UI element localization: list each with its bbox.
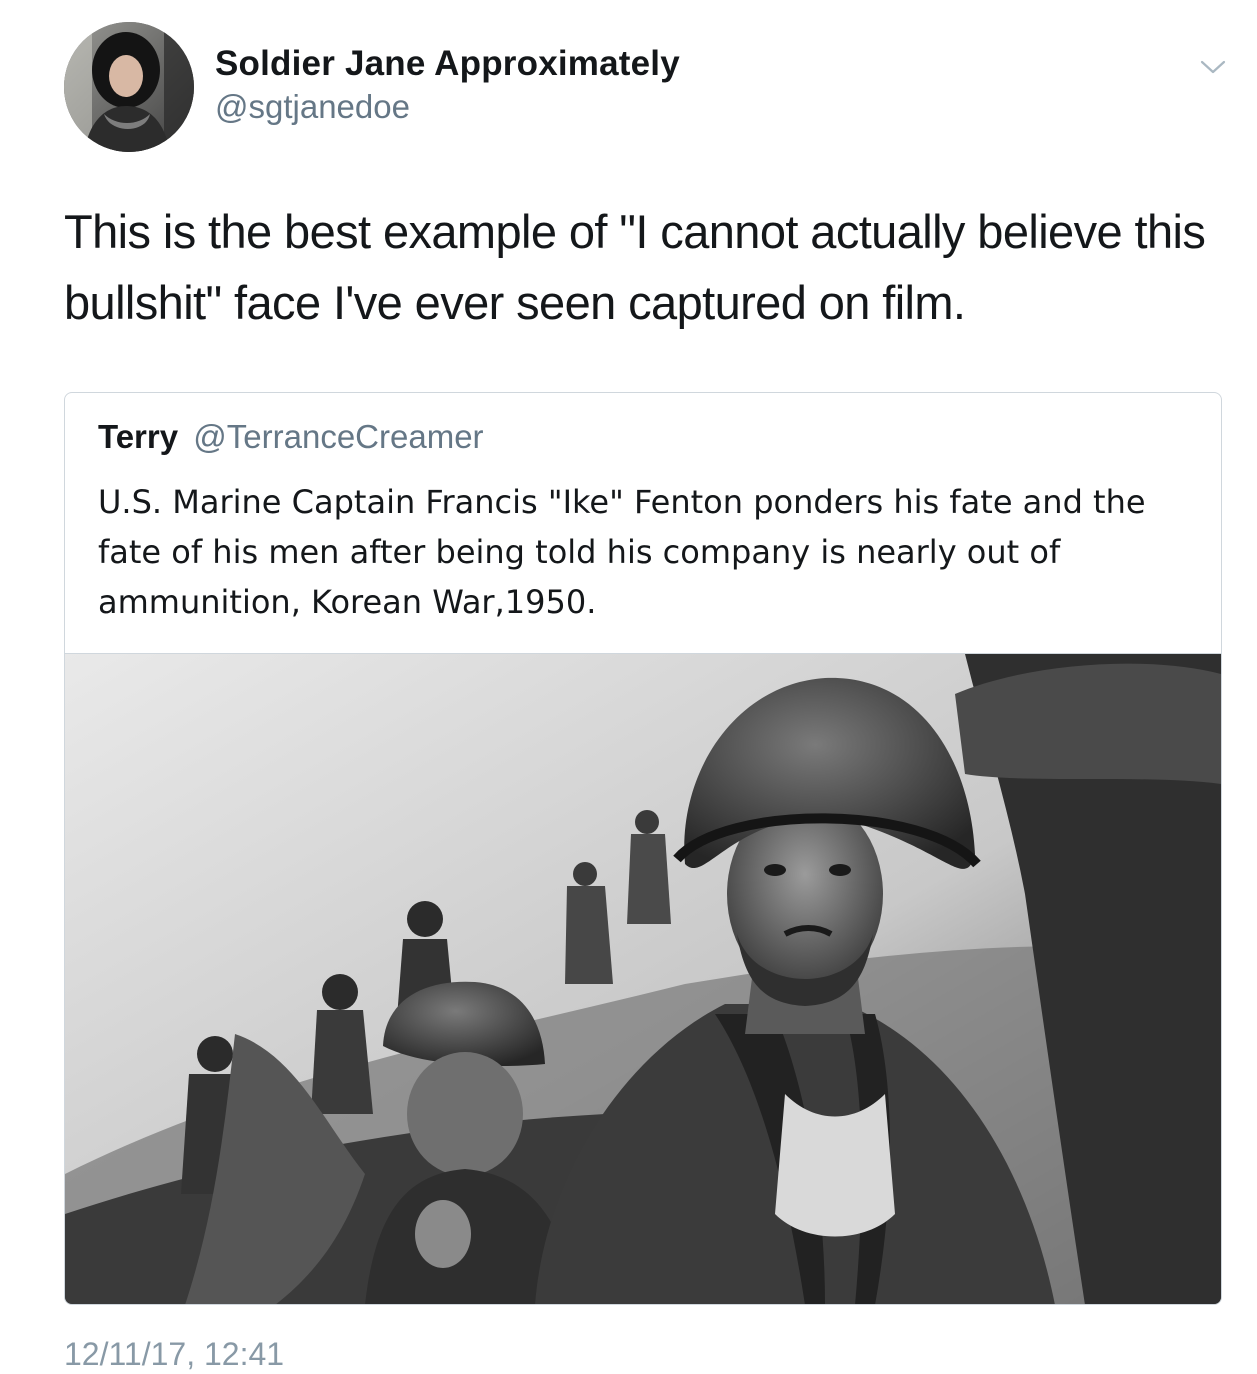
tweet: Soldier Jane Approximately @sgtjanedoe T… [0, 0, 1257, 1372]
quoted-tweet-text: U.S. Marine Captain Francis "Ike" Fenton… [98, 483, 1146, 621]
chevron-down-icon[interactable] [1198, 52, 1228, 82]
tweet-text: This is the best example of "I cannot ac… [64, 205, 1206, 329]
quoted-display-name: Terry [98, 418, 179, 455]
quoted-tweet-header: Terry @TerranceCreamer [98, 415, 484, 459]
quoted-handle: @TerranceCreamer [193, 418, 484, 455]
quoted-photo[interactable] [65, 653, 1221, 1304]
tweet-timestamp[interactable]: 12/11/17, 12:41 [64, 1334, 284, 1374]
author-display-name[interactable]: Soldier Jane Approximately [215, 42, 680, 86]
author-handle[interactable]: @sgtjanedoe [215, 86, 680, 128]
author-info: Soldier Jane Approximately @sgtjanedoe [215, 42, 680, 128]
author-avatar[interactable] [64, 22, 194, 152]
quoted-tweet[interactable]: Terry @TerranceCreamer U.S. Marine Capta… [64, 392, 1222, 1305]
